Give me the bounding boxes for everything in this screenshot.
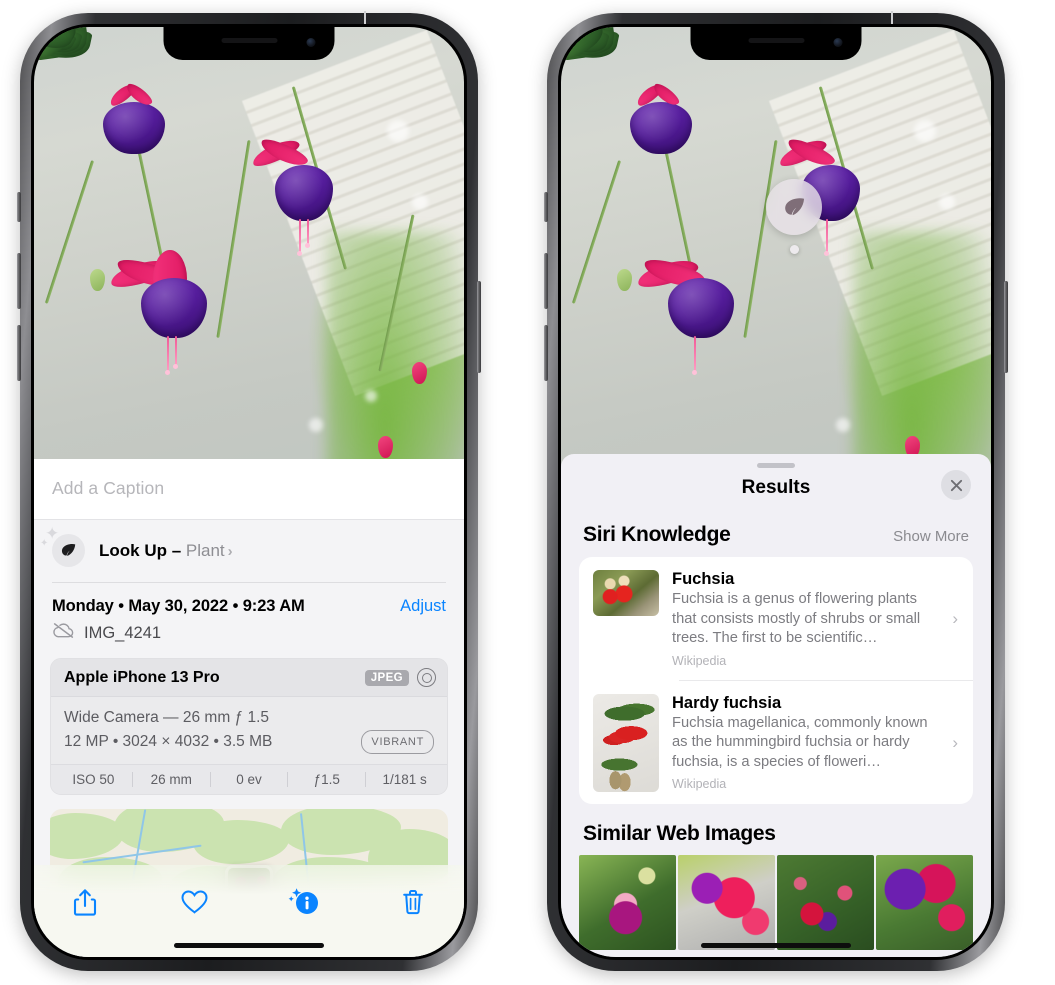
similar-web-images-header: Similar Web Images (561, 804, 991, 855)
share-button[interactable] (64, 883, 106, 921)
bokeh-3 (309, 417, 324, 432)
volume-up-button[interactable] (17, 253, 21, 309)
look-up-bold-label: Look Up – (99, 540, 186, 560)
screenshot-stage: Add a Caption ✦ ✦ Look Up – Plant › Mond… (0, 0, 1055, 985)
look-up-subject: Plant (185, 540, 225, 560)
visual-look-up-badge[interactable] (766, 179, 822, 235)
lens-info: Wide Camera — 26 mm ƒ 1.5 (64, 709, 270, 726)
bokeh-3 (836, 417, 851, 432)
chevron-right-icon: › (227, 542, 233, 560)
knowledge-title: Hardy fuchsia (672, 693, 782, 712)
siri-knowledge-title: Siri Knowledge (583, 523, 731, 546)
date-row: Monday • May 30, 2022 • 9:23 AM Adjust (34, 583, 464, 618)
knowledge-source: Wikipedia (672, 653, 727, 668)
adjust-button[interactable]: Adjust (400, 597, 446, 616)
info-button[interactable] (283, 883, 325, 921)
file-name: IMG_4241 (84, 623, 162, 642)
close-button[interactable] (941, 470, 971, 500)
aperture-icon (417, 668, 436, 687)
volume-down-button[interactable] (17, 325, 21, 381)
similar-web-images-title: Similar Web Images (583, 821, 776, 845)
file-row: IMG_4241 (34, 618, 464, 656)
bokeh-1 (386, 120, 409, 142)
favorite-button[interactable] (173, 883, 215, 921)
exif-exposure: 0 ev (211, 772, 289, 788)
similar-image-1[interactable] (579, 854, 676, 950)
device-bezel: Add a Caption ✦ ✦ Look Up – Plant › Mond… (31, 24, 467, 960)
show-more-button[interactable]: Show More (893, 528, 969, 545)
knowledge-thumbnail (593, 570, 659, 616)
mute-switch[interactable] (544, 192, 548, 222)
chevron-right-icon: › (952, 608, 958, 628)
exif-focal: 26 mm (133, 772, 211, 788)
knowledge-item[interactable]: Hardy fuchsia Fuchsia magellanica, commo… (579, 681, 973, 804)
leaf-icon: ✦ ✦ (40, 525, 85, 567)
image-size-info: 12 MP • 3024 × 4032 • 3.5 MB (64, 733, 273, 751)
screen-right: Results Siri Knowledge Show More Fuchsia… (561, 27, 991, 957)
look-up-row[interactable]: ✦ ✦ Look Up – Plant › (34, 520, 464, 582)
capture-date: Monday • May 30, 2022 • 9:23 AM (52, 597, 305, 615)
power-button[interactable] (477, 281, 481, 373)
iphone-right-device: Results Siri Knowledge Show More Fuchsia… (544, 11, 1008, 971)
visual-look-up-anchor-dot (790, 245, 799, 254)
home-indicator[interactable] (174, 943, 324, 948)
metadata-header: Apple iPhone 13 Pro JPEG (51, 659, 447, 697)
chevron-right-icon: › (952, 732, 958, 752)
iphone-left-device: Add a Caption ✦ ✦ Look Up – Plant › Mond… (17, 11, 481, 971)
front-camera (833, 38, 843, 47)
flower-bud (616, 268, 632, 291)
bokeh-1 (913, 120, 936, 142)
volume-up-button[interactable] (544, 253, 548, 309)
similar-image-4[interactable] (876, 854, 973, 950)
device-bezel: Results Siri Knowledge Show More Fuchsia… (558, 24, 994, 960)
cloud-slash-icon (52, 622, 75, 644)
knowledge-title: Fuchsia (672, 570, 735, 588)
antenna-band (364, 11, 366, 24)
results-title: Results (741, 477, 811, 498)
photographic-style-badge: VIBRANT (361, 730, 434, 755)
look-up-label: Look Up – Plant › (99, 541, 233, 561)
caption-placeholder: Add a Caption (52, 478, 165, 498)
earpiece-speaker (748, 38, 804, 43)
volume-down-button[interactable] (544, 325, 548, 381)
knowledge-description: Fuchsia magellanica, commonly known as t… (672, 714, 928, 770)
exif-shutter: 1/181 s (382, 772, 427, 788)
metadata-body: Wide Camera — 26 mm ƒ 1.5 12 MP • 3024 ×… (51, 697, 447, 765)
screen-left: Add a Caption ✦ ✦ Look Up – Plant › Mond… (34, 27, 464, 957)
similar-web-images-strip[interactable] (561, 854, 991, 950)
knowledge-source: Wikipedia (672, 777, 727, 792)
siri-knowledge-header: Siri Knowledge Show More (561, 503, 991, 557)
similar-image-2[interactable] (678, 854, 775, 950)
results-sheet: Results Siri Knowledge Show More Fuchsia… (561, 454, 991, 957)
exif-row: ISO 50 26 mm 0 ev ƒ1.5 1/181 s (51, 764, 447, 795)
photo-info-sheet: Add a Caption ✦ ✦ Look Up – Plant › Mond… (34, 459, 464, 957)
camera-metadata-card[interactable]: Apple iPhone 13 Pro JPEG Wide Camera — 2… (50, 658, 448, 796)
front-camera (306, 38, 316, 47)
power-button[interactable] (1004, 281, 1008, 373)
caption-field[interactable]: Add a Caption (34, 459, 464, 520)
knowledge-description: Fuchsia is a genus of flowering plants t… (672, 591, 921, 647)
notch (163, 27, 335, 60)
results-header: Results (561, 468, 991, 503)
exif-aperture: ƒ1.5 (288, 772, 367, 788)
similar-image-3[interactable] (777, 854, 874, 950)
home-indicator[interactable] (701, 943, 851, 948)
bokeh-4 (365, 389, 378, 402)
flower-bud (89, 268, 105, 291)
delete-button[interactable] (392, 883, 434, 921)
antenna-band (891, 11, 893, 24)
notch (690, 27, 862, 60)
format-badge: JPEG (364, 669, 409, 686)
device-name: Apple iPhone 13 Pro (64, 668, 220, 686)
knowledge-thumbnail (593, 693, 659, 792)
exif-iso: ISO 50 (55, 772, 133, 788)
sparkle-small-icon: ✦ (40, 538, 49, 549)
knowledge-item[interactable]: Fuchsia Fuchsia is a genus of flowering … (579, 557, 973, 680)
siri-knowledge-card: Fuchsia Fuchsia is a genus of flowering … (579, 557, 973, 804)
earpiece-speaker (221, 38, 277, 43)
mute-switch[interactable] (17, 192, 21, 222)
